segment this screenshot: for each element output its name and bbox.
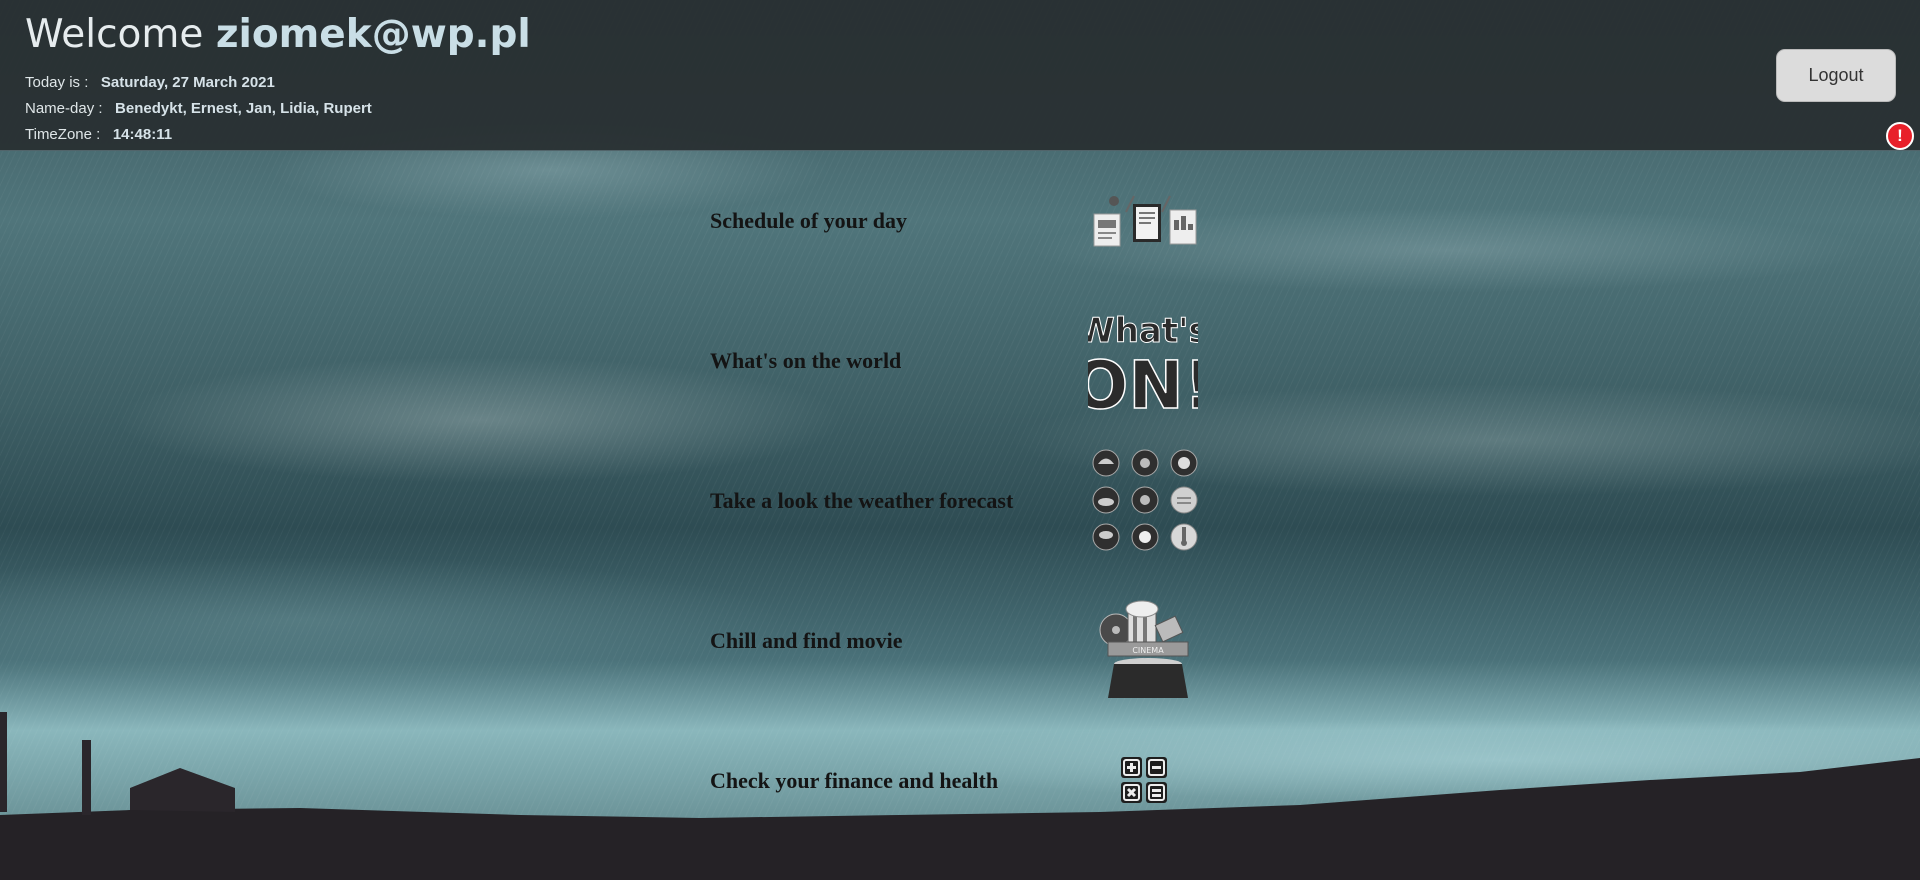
calculator-icon[interactable] xyxy=(1120,756,1168,804)
nameday-label: Name-day : xyxy=(25,100,103,117)
logout-button[interactable]: Logout xyxy=(1776,49,1896,102)
nameday-row: Name-day : Benedykt, Ernest, Jan, Lidia,… xyxy=(25,100,372,117)
schedule-documents-icon[interactable] xyxy=(1090,192,1202,250)
cinema-popcorn-icon[interactable]: CINEMA xyxy=(1098,598,1198,702)
weather-moon-icon xyxy=(1170,449,1198,477)
timezone-row: TimeZone : 14:48:11 xyxy=(25,126,172,143)
weather-cloud-icon xyxy=(1092,486,1120,514)
menu-item-finance[interactable]: Check your finance and health xyxy=(710,768,998,794)
welcome-title: Welcome ziomek@wp.pl xyxy=(25,12,531,57)
weather-sunny-icon xyxy=(1131,486,1159,514)
weather-icons-grid[interactable] xyxy=(1090,448,1200,552)
date-row: Today is : Saturday, 27 March 2021 xyxy=(25,74,275,91)
thermometer-icon xyxy=(1170,523,1198,551)
weather-moon-full-icon xyxy=(1131,523,1159,551)
menu-item-movie[interactable]: Chill and find movie xyxy=(710,628,903,654)
menu-item-whats-on[interactable]: What's on the world xyxy=(710,348,901,374)
menu-item-weather[interactable]: Take a look the weather forecast xyxy=(710,488,1013,514)
whats-on-text-top: What's xyxy=(1088,311,1198,351)
whats-on-icon[interactable]: What's ON! xyxy=(1088,308,1198,413)
today-label: Today is : xyxy=(25,74,89,91)
nameday-value: Benedykt, Ernest, Jan, Lidia, Rupert xyxy=(115,100,372,117)
timezone-label: TimeZone : xyxy=(25,126,101,143)
weather-fog-icon xyxy=(1170,486,1198,514)
weather-sun-icon xyxy=(1131,449,1159,477)
alert-icon[interactable]: ! xyxy=(1886,122,1914,150)
weather-rain-cloud-icon xyxy=(1092,523,1120,551)
weather-umbrella-icon xyxy=(1092,449,1120,477)
top-header: Welcome ziomek@wp.pl Today is : Saturday… xyxy=(0,0,1920,151)
welcome-prefix: Welcome xyxy=(25,12,204,57)
whats-on-text-bottom: ON! xyxy=(1088,347,1198,412)
timezone-value: 14:48:11 xyxy=(112,126,173,143)
today-value: Saturday, 27 March 2021 xyxy=(100,74,275,91)
username: ziomek@wp.pl xyxy=(215,12,531,57)
menu-item-schedule[interactable]: Schedule of your day xyxy=(710,208,907,234)
cinema-text: CINEMA xyxy=(1132,646,1164,655)
